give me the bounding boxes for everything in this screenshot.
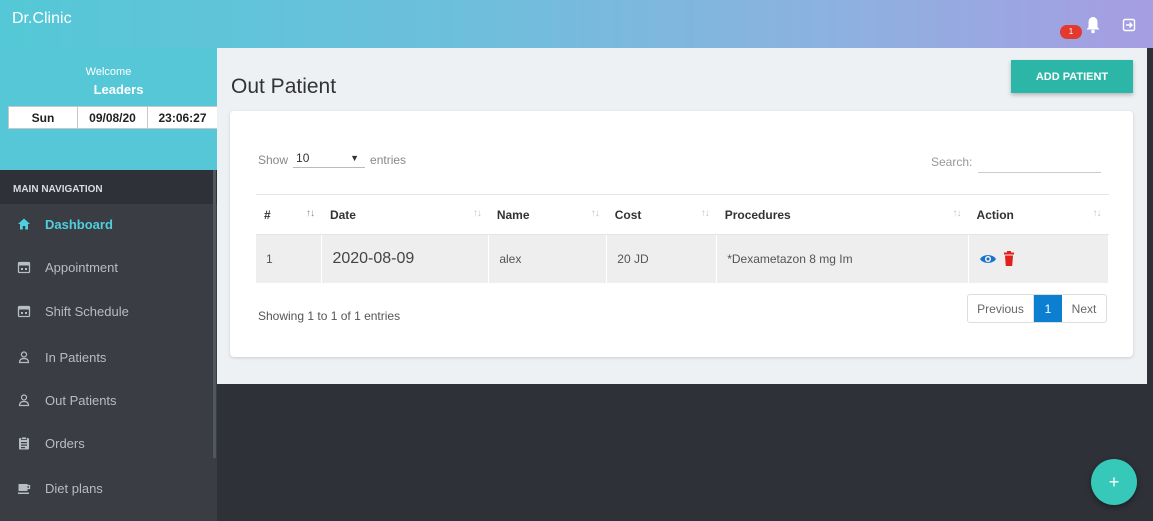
- clock-date: 09/08/20: [78, 106, 148, 129]
- column-label: Action: [976, 207, 1014, 222]
- sidebar-item-dashboard[interactable]: Dashboard: [0, 204, 213, 244]
- search-control: Search:: [931, 151, 1102, 173]
- column-header-action[interactable]: Action ↑↓: [968, 194, 1109, 235]
- cell-cost: 20 JD: [606, 234, 718, 283]
- welcome-text: Welcome: [85, 66, 132, 78]
- column-header-procedures[interactable]: Procedures ↑↓: [716, 194, 969, 235]
- brand-logo[interactable]: Dr.Clinic: [12, 10, 72, 28]
- column-label: #: [264, 207, 271, 222]
- sidebar-item-orders[interactable]: Orders: [0, 423, 213, 463]
- sidebar-item-appointment[interactable]: Appointment: [0, 247, 213, 287]
- clipboard-icon: [19, 436, 29, 450]
- sidebar-scrollbar[interactable]: [213, 170, 216, 458]
- column-header-cost[interactable]: Cost ↑↓: [606, 194, 717, 235]
- next-page-button[interactable]: Next: [1062, 295, 1106, 322]
- sidebar-item-label: In Patients: [45, 349, 107, 365]
- trash-icon[interactable]: [1003, 251, 1015, 267]
- floating-add-button[interactable]: +: [1091, 459, 1137, 505]
- entries-label: entries: [370, 152, 407, 167]
- clock-day: Sun: [8, 106, 78, 129]
- cup-icon: [18, 484, 31, 494]
- top-bar: Dr.Clinic 1: [0, 0, 1153, 48]
- entries-control: Show 10 ▼ entries: [258, 151, 406, 168]
- sidebar: Welcome Leaders Sun 09/08/20 23:06:27 MA…: [0, 48, 218, 521]
- search-input[interactable]: [978, 151, 1102, 173]
- sort-icon: ↑↓: [472, 208, 482, 219]
- notification-badge[interactable]: 1: [1060, 25, 1082, 39]
- column-label: Date: [329, 207, 356, 222]
- nav-header: MAIN NAVIGATION: [0, 170, 217, 204]
- sort-icon: ↑↓: [952, 208, 962, 219]
- eye-icon[interactable]: [979, 253, 997, 265]
- user-name: Leaders: [93, 82, 144, 97]
- sidebar-item-label: Out Patients: [45, 392, 117, 408]
- page-title: Out Patient: [231, 75, 337, 98]
- show-label: Show: [258, 152, 289, 167]
- sidebar-item-label: Diet plans: [45, 480, 103, 496]
- sidebar-item-out-patients[interactable]: Out Patients: [0, 380, 213, 420]
- entries-value: 10: [296, 151, 310, 165]
- column-header-number[interactable]: # ↑↓: [256, 194, 322, 235]
- column-header-date[interactable]: Date ↑↓: [321, 194, 489, 235]
- sort-icon: ↑↓: [700, 208, 710, 219]
- column-label: Procedures: [724, 207, 791, 222]
- sidebar-item-label: Shift Schedule: [45, 303, 129, 319]
- main-content: Out Patient ADD PATIENT Show 10 ▼ entrie…: [217, 48, 1147, 384]
- add-patient-button[interactable]: ADD PATIENT: [1011, 60, 1133, 93]
- person-icon: [18, 394, 30, 407]
- clock-widget: Sun 09/08/20 23:06:27: [8, 106, 218, 129]
- bell-icon[interactable]: [1085, 16, 1101, 34]
- sidebar-item-label: Orders: [45, 435, 85, 451]
- table-row: 1 2020-08-09 alex 20 JD *Dexametazon 8 m…: [256, 234, 1109, 283]
- sidebar-item-label: Appointment: [45, 259, 118, 275]
- clock-time: 23:06:27: [148, 106, 218, 129]
- calendar-icon: [17, 261, 31, 274]
- sidebar-item-in-patients[interactable]: In Patients: [0, 337, 213, 377]
- sort-icon: ↑↓: [305, 208, 315, 219]
- home-icon: [18, 218, 30, 230]
- chevron-down-icon: ▼: [350, 153, 360, 163]
- table-header-row: # ↑↓ Date ↑↓ Name ↑↓ Cost ↑↓ Procedures ↑↓ Ac…: [256, 194, 1109, 235]
- sidebar-item-shift-schedule[interactable]: Shift Schedule: [0, 291, 213, 331]
- patients-table-card: Show 10 ▼ entries Search: # ↑↓ Date ↑↓ Nam…: [230, 111, 1133, 357]
- cell-date: 2020-08-09: [321, 234, 490, 283]
- column-label: Cost: [614, 207, 642, 222]
- calendar-icon: [17, 305, 31, 318]
- cell-name: alex: [488, 234, 608, 283]
- entries-info: Showing 1 to 1 of 1 entries: [258, 309, 401, 323]
- column-label: Name: [496, 207, 530, 222]
- user-panel: Welcome Leaders Sun 09/08/20 23:06:27: [0, 48, 218, 170]
- person-icon: [18, 351, 30, 364]
- previous-page-button[interactable]: Previous: [968, 295, 1034, 322]
- page-1-button[interactable]: 1: [1034, 295, 1062, 322]
- sort-icon: ↑↓: [590, 208, 600, 219]
- sort-icon: ↑↓: [1092, 208, 1102, 219]
- cell-procedures: *Dexametazon 8 mg Im: [716, 234, 970, 283]
- pagination: Previous 1 Next: [967, 294, 1107, 323]
- patients-table: # ↑↓ Date ↑↓ Name ↑↓ Cost ↑↓ Procedures ↑↓ Ac…: [256, 194, 1109, 283]
- logout-icon[interactable]: [1122, 18, 1136, 32]
- column-header-name[interactable]: Name ↑↓: [488, 194, 607, 235]
- search-label: Search:: [931, 155, 973, 169]
- sidebar-item-diet-plans[interactable]: Diet plans: [0, 468, 213, 508]
- entries-select[interactable]: 10 ▼: [293, 151, 366, 168]
- sidebar-item-label: Dashboard: [45, 216, 113, 232]
- cell-number: 1: [256, 234, 323, 283]
- cell-action: [968, 234, 1109, 283]
